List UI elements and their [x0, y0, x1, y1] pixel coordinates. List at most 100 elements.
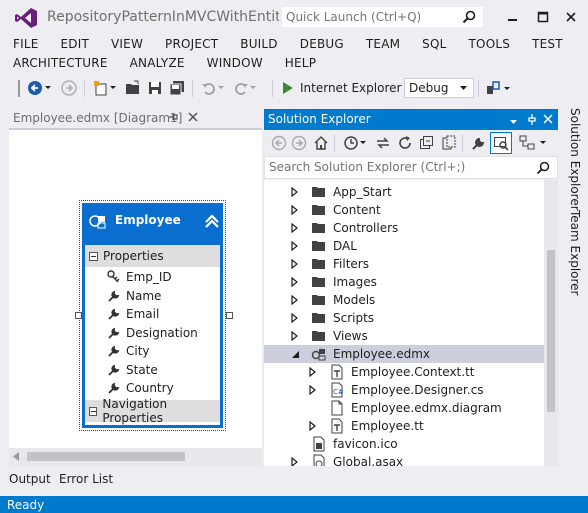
property-city[interactable]: City — [107, 342, 150, 360]
undo-dropdown[interactable] — [217, 79, 225, 97]
search-icon[interactable] — [461, 9, 477, 28]
tree-item[interactable]: Employee.edmx.diagram — [264, 399, 544, 417]
tab-output[interactable]: Output — [9, 472, 51, 486]
property-name-field[interactable]: Name — [107, 287, 161, 305]
collapsed-arrow-icon[interactable] — [290, 331, 300, 341]
se-forward-button[interactable] — [290, 134, 308, 152]
menu-sql[interactable]: SQL — [409, 37, 455, 51]
scroll-left-icon[interactable] — [12, 452, 20, 461]
tree-item[interactable]: C# Employee.Designer.cs — [264, 381, 544, 399]
view-class-diagram-button[interactable] — [518, 134, 536, 152]
tree-item[interactable]: Employee.tt — [264, 417, 544, 435]
tree-item[interactable]: App_Start — [264, 183, 544, 201]
menu-window[interactable]: WINDOW — [194, 56, 272, 70]
collapsed-arrow-icon[interactable] — [290, 313, 300, 323]
menu-architecture[interactable]: ARCHITECTURE — [0, 56, 117, 70]
properties-button[interactable] — [470, 134, 488, 152]
collapsed-arrow-icon[interactable] — [290, 259, 300, 269]
close-tab-button[interactable] — [187, 111, 199, 126]
entity-employee[interactable]: Employee Properties Emp_ID Name Email De… — [79, 200, 226, 431]
close-button[interactable] — [558, 6, 584, 28]
collapse-minus-icon[interactable] — [89, 251, 98, 261]
window-position-dropdown[interactable] — [510, 114, 518, 128]
new-project-dropdown[interactable] — [109, 79, 117, 97]
tree-item[interactable]: DAL — [264, 237, 544, 255]
solution-explorer-vertical-scrollbar[interactable] — [544, 180, 558, 466]
tree-item[interactable]: Employee.edmx — [264, 345, 544, 363]
preview-selected-items-button[interactable] — [490, 132, 512, 154]
start-debugging-button[interactable]: Internet Explorer — [282, 78, 415, 98]
tree-item[interactable]: Employee.Context.tt — [264, 363, 544, 381]
back-dropdown-button[interactable] — [44, 79, 52, 97]
menu-project[interactable]: PROJECT — [152, 37, 227, 51]
document-tab-employee-edmx[interactable]: Employee.edmx [Diagram1] — [9, 109, 203, 128]
menu-help[interactable]: HELP — [272, 56, 325, 70]
collapsed-arrow-icon[interactable] — [290, 277, 300, 287]
menu-team[interactable]: TEAM — [353, 37, 409, 51]
new-project-button[interactable] — [92, 79, 110, 97]
menu-tools[interactable]: TOOLS — [456, 37, 520, 51]
collapsed-arrow-icon[interactable] — [308, 421, 318, 431]
collapsed-arrow-icon[interactable] — [290, 205, 300, 215]
collapsed-arrow-icon[interactable] — [290, 295, 300, 305]
entity-header[interactable]: Employee — [83, 204, 222, 243]
filter-dropdown[interactable] — [359, 134, 367, 152]
entity-shape[interactable]: Employee Properties Emp_ID Name Email De… — [82, 203, 223, 428]
show-all-files-button[interactable] — [440, 134, 458, 152]
collapsed-arrow-icon[interactable] — [290, 187, 300, 197]
property-email[interactable]: Email — [107, 305, 159, 323]
se-back-button[interactable] — [270, 134, 288, 152]
refresh-button[interactable] — [396, 134, 414, 152]
property-designation[interactable]: Designation — [107, 324, 198, 342]
menu-debug[interactable]: DEBUG — [287, 37, 353, 51]
tree-item[interactable]: Models — [264, 291, 544, 309]
menu-view[interactable]: VIEW — [98, 37, 152, 51]
solution-explorer-search-box[interactable] — [264, 156, 558, 179]
tree-item[interactable]: Controllers — [264, 219, 544, 237]
menu-test[interactable]: TEST — [519, 37, 572, 51]
menu-analyze[interactable]: ANALYZE — [117, 56, 194, 70]
collapsed-arrow-icon[interactable] — [308, 385, 318, 395]
collapsed-arrow-icon[interactable] — [290, 241, 300, 251]
navigation-properties-section-header[interactable]: Navigation Properties — [85, 397, 220, 425]
property-state[interactable]: State — [107, 361, 158, 379]
tree-item[interactable]: Views — [264, 327, 544, 345]
scrollbar-thumb[interactable] — [27, 452, 185, 461]
quick-launch-input[interactable] — [282, 7, 452, 27]
auto-hide-button[interactable] — [526, 113, 538, 128]
tree-item[interactable]: Images — [264, 273, 544, 291]
attach-process-button[interactable] — [484, 79, 502, 97]
designer-horizontal-scrollbar[interactable] — [9, 448, 262, 465]
collapsed-arrow-icon[interactable] — [290, 457, 300, 466]
tree-item[interactable]: Content — [264, 201, 544, 219]
close-pane-button[interactable] — [542, 113, 554, 128]
property-country[interactable]: Country — [107, 379, 174, 397]
menu-edit[interactable]: EDIT — [48, 37, 99, 51]
properties-section-header[interactable]: Properties — [85, 245, 220, 267]
redo-button[interactable] — [232, 79, 250, 97]
side-tab-team-explorer[interactable]: Team Explorer — [562, 210, 582, 296]
pin-tab-button[interactable] — [167, 111, 179, 126]
menu-build[interactable]: BUILD — [227, 37, 286, 51]
undo-button[interactable] — [200, 79, 218, 97]
se-home-button[interactable] — [312, 134, 330, 152]
quick-launch-box[interactable] — [281, 6, 484, 28]
save-all-button[interactable] — [168, 79, 186, 97]
pending-changes-filter-button[interactable] — [342, 134, 360, 152]
minimize-button[interactable] — [500, 6, 526, 28]
collapsed-arrow-icon[interactable] — [308, 367, 318, 377]
side-tab-solution-explorer[interactable]: Solution Explorer — [562, 108, 582, 211]
forward-button[interactable] — [60, 79, 78, 97]
expanded-arrow-icon[interactable] — [290, 349, 300, 359]
toolbar-overflow-button[interactable] — [502, 79, 512, 97]
property-emp-id[interactable]: Emp_ID — [107, 268, 172, 286]
se-toolbar-dropdown[interactable] — [538, 134, 548, 152]
collapsed-arrow-icon[interactable] — [290, 223, 300, 233]
scrollbar-thumb[interactable] — [547, 250, 555, 412]
maximize-button[interactable] — [530, 6, 556, 28]
collapse-all-button[interactable] — [418, 134, 436, 152]
sync-with-active-document-button[interactable] — [374, 134, 392, 152]
solution-explorer-search-input[interactable] — [269, 157, 509, 177]
collapse-entity-button[interactable] — [204, 213, 220, 232]
solution-configuration-select[interactable]: Debug — [404, 78, 474, 98]
